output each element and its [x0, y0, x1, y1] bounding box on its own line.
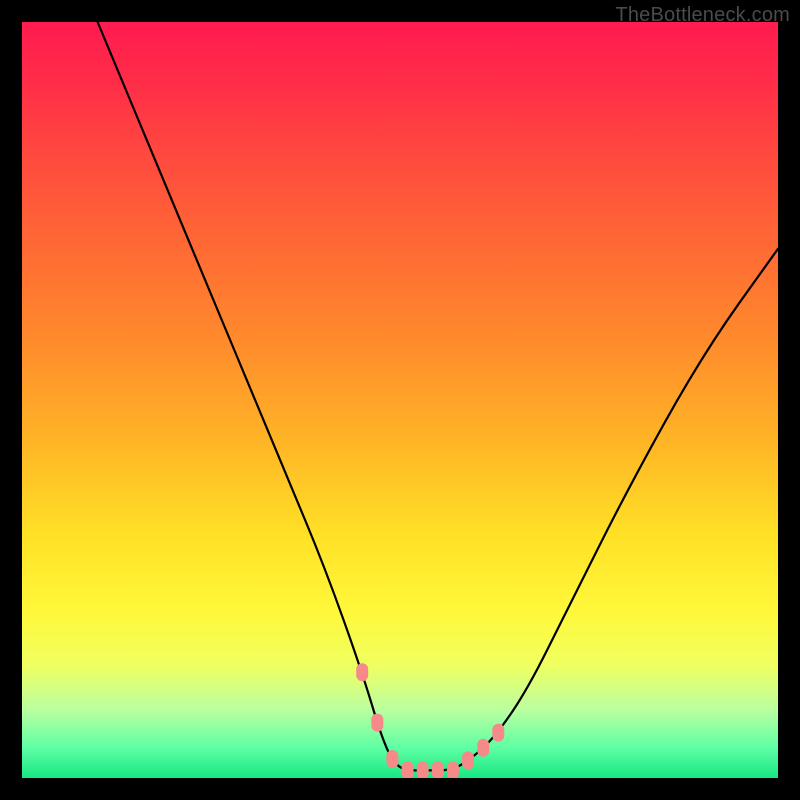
chart-plot-area — [22, 22, 778, 778]
chart-frame: TheBottleneck.com — [0, 0, 800, 800]
